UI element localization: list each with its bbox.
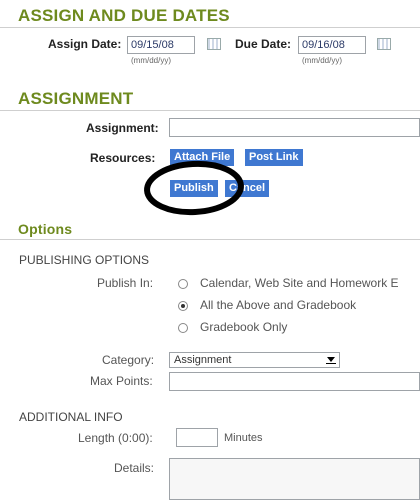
dropdown-underline bbox=[326, 363, 336, 364]
chevron-down-icon[interactable] bbox=[327, 357, 335, 362]
max-points-input[interactable] bbox=[169, 372, 420, 391]
radio-label-calendar-website: Calendar, Web Site and Homework E bbox=[200, 276, 399, 290]
radio-all-and-gradebook[interactable] bbox=[178, 301, 188, 311]
assign-date-input[interactable]: 09/15/08 bbox=[127, 36, 195, 54]
minutes-label: Minutes bbox=[224, 432, 263, 444]
category-value: Assignment bbox=[174, 354, 232, 366]
radio-label-all-and-gradebook: All the Above and Gradebook bbox=[200, 298, 357, 312]
due-date-hint: (mm/dd/yy) bbox=[302, 56, 342, 65]
post-link-button[interactable]: Post Link bbox=[245, 149, 303, 166]
category-label: Category: bbox=[102, 353, 155, 367]
section-divider bbox=[0, 239, 420, 240]
details-textarea[interactable] bbox=[169, 458, 420, 500]
max-points-label: Max Points: bbox=[90, 374, 153, 388]
section-divider bbox=[0, 27, 420, 28]
annotation-circle bbox=[144, 160, 244, 216]
calendar-icon[interactable] bbox=[207, 38, 221, 50]
category-select[interactable]: Assignment bbox=[169, 352, 340, 368]
options-title: Options bbox=[18, 221, 73, 237]
radio-label-gradebook-only: Gradebook Only bbox=[200, 320, 288, 334]
assignment-title: ASSIGNMENT bbox=[18, 89, 134, 108]
additional-info-heading: ADDITIONAL INFO bbox=[19, 410, 123, 424]
assign-dates-title: ASSIGN AND DUE DATES bbox=[18, 6, 230, 25]
due-date-label: Due Date: bbox=[235, 37, 292, 51]
section-divider bbox=[0, 110, 420, 111]
details-label: Details: bbox=[114, 461, 155, 475]
length-input[interactable] bbox=[176, 428, 218, 447]
assignment-input[interactable] bbox=[169, 118, 420, 137]
calendar-icon[interactable] bbox=[377, 38, 391, 50]
publish-in-label: Publish In: bbox=[97, 276, 154, 290]
radio-gradebook-only[interactable] bbox=[178, 323, 188, 333]
assign-date-hint: (mm/dd/yy) bbox=[131, 56, 171, 65]
radio-calendar-website[interactable] bbox=[178, 279, 188, 289]
assignment-label: Assignment: bbox=[86, 121, 159, 135]
publishing-options-heading: PUBLISHING OPTIONS bbox=[19, 253, 150, 267]
length-label: Length (0:00): bbox=[78, 431, 153, 445]
assign-date-label: Assign Date: bbox=[48, 37, 122, 51]
due-date-input[interactable]: 09/16/08 bbox=[298, 36, 366, 54]
